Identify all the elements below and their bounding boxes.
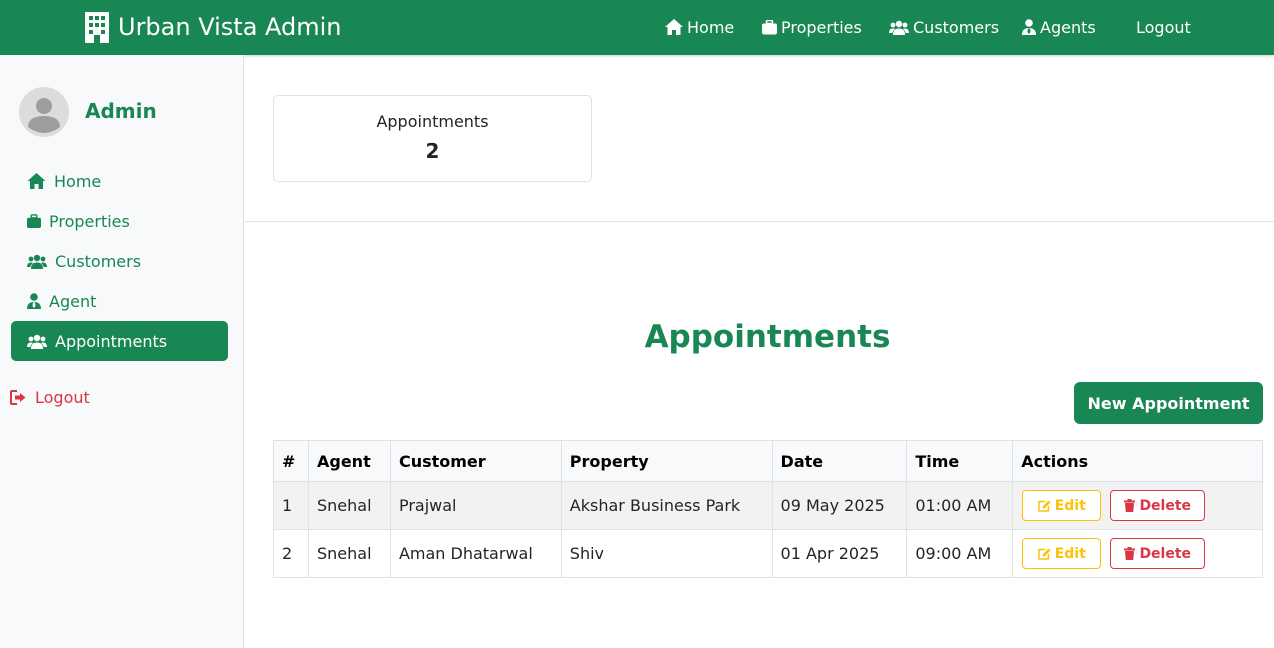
divider <box>245 221 1274 222</box>
users-icon <box>889 20 909 35</box>
trash-icon <box>1124 499 1136 512</box>
stat-value: 2 <box>425 139 440 163</box>
sidebar-item-label: Appointments <box>55 331 168 351</box>
briefcase-icon <box>762 19 777 34</box>
edit-button[interactable]: Edit <box>1022 490 1102 521</box>
table-row: 2 Snehal Aman Dhatarwal Shiv 01 Apr 2025… <box>273 529 1263 578</box>
cell-actions: Edit Delete <box>1012 481 1263 530</box>
sidebar-item-label: Agent <box>49 291 97 311</box>
brand[interactable]: Urban Vista Admin <box>85 12 342 43</box>
nav-agents[interactable]: Agents <box>1022 17 1096 37</box>
cell-agent: Snehal <box>307 529 391 578</box>
sidebar-logout-label: Logout <box>35 388 90 407</box>
avatar <box>19 87 69 137</box>
nav-logout-label: Logout <box>1136 17 1191 37</box>
users-icon <box>27 334 47 349</box>
nav-customers[interactable]: Customers <box>889 17 999 37</box>
briefcase-icon <box>27 213 41 228</box>
cell-customer: Aman Dhatarwal <box>389 529 562 578</box>
edit-button-label: Edit <box>1054 497 1086 514</box>
page-title: Appointments <box>644 319 891 355</box>
home-icon <box>27 173 46 189</box>
col-header-actions: Actions <box>1012 440 1263 482</box>
appointments-stat-card: Appointments 2 <box>273 95 592 182</box>
col-header-time: Time <box>906 440 1014 482</box>
table-header-row: # Agent Customer Property Date Time Acti… <box>273 440 1263 482</box>
sidebar-logout[interactable]: Logout <box>10 388 90 407</box>
col-header-property: Property <box>560 440 773 482</box>
sidebar-item-customers[interactable]: Customers <box>11 241 228 281</box>
appointments-table: # Agent Customer Property Date Time Acti… <box>273 440 1263 578</box>
nav-home-label: Home <box>687 17 735 37</box>
col-header-number: # <box>273 440 309 482</box>
nav-properties-label: Properties <box>781 17 862 37</box>
delete-button[interactable]: Delete <box>1110 538 1206 569</box>
col-header-customer: Customer <box>389 440 562 482</box>
users-icon <box>27 254 47 269</box>
trash-icon <box>1124 547 1136 560</box>
edit-button-label: Edit <box>1054 545 1086 562</box>
col-header-agent: Agent <box>307 440 391 482</box>
building-icon <box>85 12 109 43</box>
sidebar: Admin Home Properties Customers Agent Ap… <box>0 55 244 648</box>
nav-logout[interactable]: Logout <box>1136 17 1191 37</box>
sidebar-item-label: Home <box>54 171 102 191</box>
sidebar-item-appointments[interactable]: Appointments <box>11 321 228 361</box>
sidebar-item-agent[interactable]: Agent <box>11 281 228 321</box>
cell-customer: Prajwal <box>389 481 562 530</box>
edit-icon <box>1037 548 1051 560</box>
sidebar-item-home[interactable]: Home <box>11 161 228 201</box>
delete-button-label: Delete <box>1139 545 1192 562</box>
nav-agents-label: Agents <box>1040 17 1096 37</box>
stat-label: Appointments <box>376 112 489 131</box>
cell-date: 09 May 2025 <box>771 481 908 530</box>
table-row: 1 Snehal Prajwal Akshar Business Park 09… <box>273 481 1263 530</box>
sign-out-icon <box>10 390 26 405</box>
cell-property: Shiv <box>560 529 773 578</box>
home-icon <box>665 19 683 35</box>
sidebar-item-label: Properties <box>49 211 130 231</box>
delete-button-label: Delete <box>1139 497 1192 514</box>
cell-number: 1 <box>273 481 309 530</box>
cell-number: 2 <box>273 529 309 578</box>
user-tie-icon <box>27 293 41 309</box>
top-navbar: Urban Vista Admin Home Properties Custom… <box>0 0 1274 55</box>
admin-name: Admin <box>85 99 157 123</box>
nav-home[interactable]: Home <box>665 17 734 37</box>
new-appointment-button[interactable]: New Appointment <box>1074 382 1263 424</box>
delete-button[interactable]: Delete <box>1110 490 1206 521</box>
col-header-date: Date <box>771 440 908 482</box>
edit-button[interactable]: Edit <box>1022 538 1102 569</box>
sidebar-item-properties[interactable]: Properties <box>11 201 228 241</box>
edit-icon <box>1037 500 1051 512</box>
cell-time: 09:00 AM <box>906 529 1014 578</box>
user-avatar-icon <box>28 98 60 133</box>
cell-time: 01:00 AM <box>906 481 1014 530</box>
cell-agent: Snehal <box>307 481 391 530</box>
nav-customers-label: Customers <box>913 17 1000 37</box>
nav-properties[interactable]: Properties <box>762 17 862 37</box>
brand-name: Urban Vista Admin <box>118 13 342 41</box>
user-tie-icon <box>1022 19 1036 35</box>
sidebar-item-label: Customers <box>55 251 142 271</box>
cell-date: 01 Apr 2025 <box>771 529 908 578</box>
cell-property: Akshar Business Park <box>560 481 773 530</box>
cell-actions: Edit Delete <box>1012 529 1263 578</box>
